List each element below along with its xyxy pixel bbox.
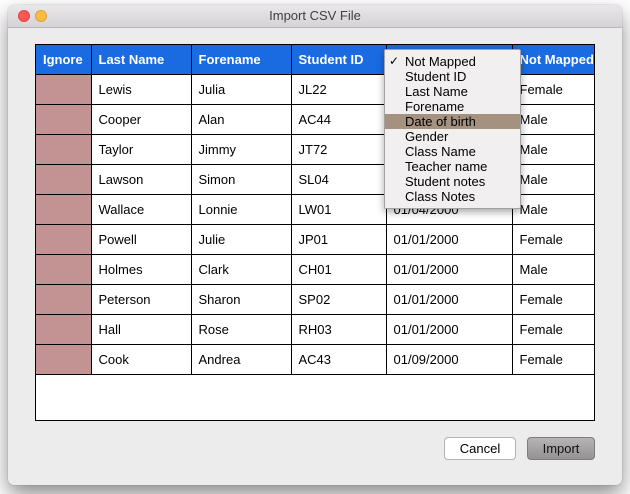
menu-item-label: Last Name: [405, 84, 468, 99]
cell-last-name: Hall: [91, 314, 192, 345]
titlebar[interactable]: Import CSV File: [8, 5, 622, 28]
cell-last-name: Taylor: [91, 134, 192, 165]
column-header-student-id[interactable]: Student ID: [291, 45, 387, 75]
menu-item-student-id[interactable]: Student ID: [385, 69, 520, 84]
menu-item-label: Date of birth: [405, 114, 476, 129]
cell-forename: Clark: [191, 254, 292, 285]
cell-forename: Sharon: [191, 284, 292, 315]
cell-forename: Simon: [191, 164, 292, 195]
cell-last-name: Cook: [91, 344, 192, 375]
cell-gender: Female: [512, 314, 594, 345]
cell-dob: 01/09/2000: [386, 344, 513, 375]
import-csv-window: Import CSV File Ignore Last Name Forenam…: [8, 5, 622, 485]
cell-student-id: JP01: [291, 224, 387, 255]
table-row: Peterson Sharon SP02 01/01/2000 Female: [36, 284, 594, 315]
cell-gender: Female: [512, 74, 594, 105]
cell-gender: Male: [512, 164, 594, 195]
menu-item-label: Teacher name: [405, 159, 488, 174]
cell-last-name: Cooper: [91, 104, 192, 135]
ignore-cell[interactable]: [36, 164, 92, 195]
cell-student-id: AC43: [291, 344, 387, 375]
ignore-cell[interactable]: [36, 344, 92, 375]
ignore-cell[interactable]: [36, 314, 92, 345]
menu-item-gender[interactable]: Gender: [385, 129, 520, 144]
checkmark-icon: ✓: [389, 54, 400, 68]
cell-dob: 01/01/2000: [386, 224, 513, 255]
import-button[interactable]: Import: [527, 437, 595, 460]
menu-item-class-name[interactable]: Class Name: [385, 144, 520, 159]
cell-forename: Alan: [191, 104, 292, 135]
cell-dob: 01/01/2000: [386, 314, 513, 345]
cell-student-id: SL04: [291, 164, 387, 195]
ignore-cell[interactable]: [36, 134, 92, 165]
menu-item-label: Class Name: [405, 144, 476, 159]
cell-last-name: Peterson: [91, 284, 192, 315]
cell-dob: 01/01/2000: [386, 284, 513, 315]
menu-item-date-of-birth[interactable]: Date of birth: [385, 114, 520, 129]
window-title: Import CSV File: [269, 8, 361, 23]
menu-item-teacher-name[interactable]: Teacher name: [385, 159, 520, 174]
cancel-button[interactable]: Cancel: [444, 437, 516, 460]
cell-student-id: SP02: [291, 284, 387, 315]
cell-last-name: Lawson: [91, 164, 192, 195]
cell-gender: Male: [512, 134, 594, 165]
table-row: Cook Andrea AC43 01/09/2000 Female: [36, 344, 594, 375]
ignore-cell[interactable]: [36, 194, 92, 225]
cell-gender: Male: [512, 254, 594, 285]
menu-item-last-name[interactable]: Last Name: [385, 84, 520, 99]
menu-item-label: Gender: [405, 129, 449, 144]
cell-last-name: Holmes: [91, 254, 192, 285]
table-row: Holmes Clark CH01 01/01/2000 Male: [36, 254, 594, 285]
ignore-cell[interactable]: [36, 284, 92, 315]
menu-item-label: Student notes: [405, 174, 486, 189]
cell-student-id: JT72: [291, 134, 387, 165]
cell-student-id: JL22: [291, 74, 387, 105]
cell-gender: Male: [512, 104, 594, 135]
column-header-last-name[interactable]: Last Name: [91, 45, 192, 75]
cell-forename: Andrea: [191, 344, 292, 375]
cell-dob: 01/01/2000: [386, 254, 513, 285]
table-row: Powell Julie JP01 01/01/2000 Female: [36, 224, 594, 255]
column-header-forename[interactable]: Forename: [191, 45, 292, 75]
cell-gender: Female: [512, 344, 594, 375]
ignore-cell[interactable]: [36, 104, 92, 135]
menu-item-label: Not Mapped: [405, 54, 476, 69]
menu-item-label: Student ID: [405, 69, 467, 84]
menu-item-class-notes[interactable]: Class Notes: [385, 189, 520, 204]
cell-gender: Male: [512, 194, 594, 225]
column-header-not-mapped[interactable]: Not Mapped: [512, 45, 594, 75]
column-mapping-menu: ✓ Not Mapped Student ID Last Name Forena…: [384, 49, 521, 209]
cell-forename: Julia: [191, 74, 292, 105]
cell-gender: Female: [512, 224, 594, 255]
cell-last-name: Lewis: [91, 74, 192, 105]
cell-last-name: Wallace: [91, 194, 192, 225]
cell-student-id: RH03: [291, 314, 387, 345]
cell-forename: Julie: [191, 224, 292, 255]
ignore-cell[interactable]: [36, 74, 92, 105]
table-row: Hall Rose RH03 01/01/2000 Female: [36, 314, 594, 345]
cell-last-name: Powell: [91, 224, 192, 255]
menu-item-label: Forename: [405, 99, 465, 114]
cell-forename: Rose: [191, 314, 292, 345]
ignore-cell[interactable]: [36, 224, 92, 255]
cell-student-id: AC44: [291, 104, 387, 135]
cell-student-id: CH01: [291, 254, 387, 285]
menu-item-label: Class Notes: [405, 189, 476, 204]
column-header-ignore[interactable]: Ignore: [36, 45, 92, 75]
screen: Import CSV File Ignore Last Name Forenam…: [0, 0, 630, 494]
menu-item-student-notes[interactable]: Student notes: [385, 174, 520, 189]
cell-forename: Jimmy: [191, 134, 292, 165]
menu-item-not-mapped[interactable]: ✓ Not Mapped: [385, 54, 520, 69]
ignore-cell[interactable]: [36, 254, 92, 285]
cell-gender: Female: [512, 284, 594, 315]
menu-item-forename[interactable]: Forename: [385, 99, 520, 114]
cell-student-id: LW01: [291, 194, 387, 225]
cell-forename: Lonnie: [191, 194, 292, 225]
